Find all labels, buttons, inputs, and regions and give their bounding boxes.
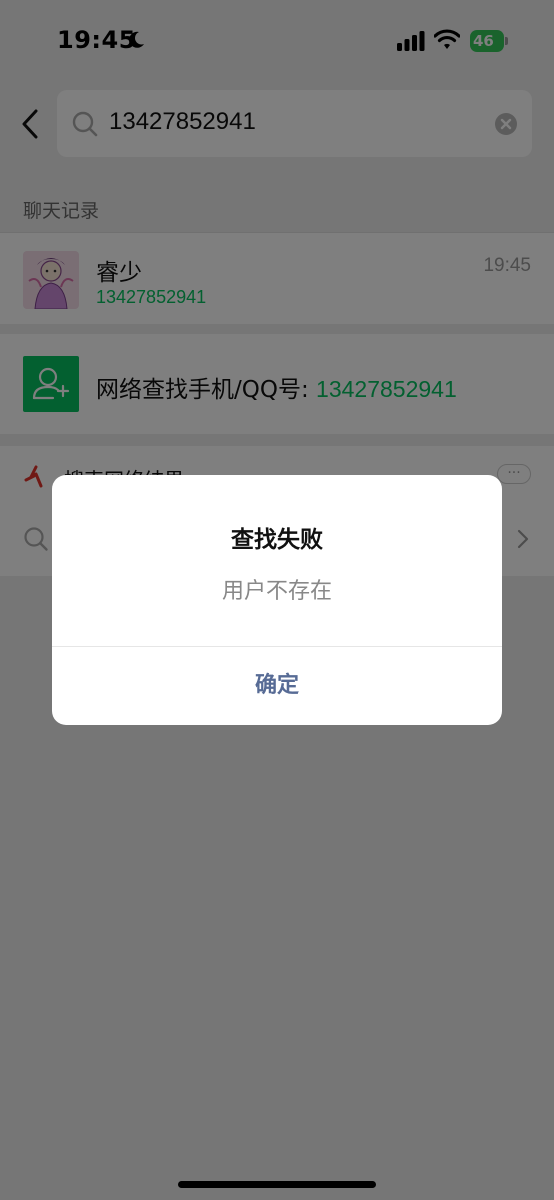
dialog-message: 用户不存在 — [221, 579, 332, 604]
dialog-title: 查找失败 — [231, 527, 323, 553]
alert-dialog: 查找失败 用户不存在 确定 — [52, 475, 502, 725]
home-indicator[interactable] — [178, 1181, 376, 1188]
confirm-button[interactable]: 确定 — [52, 647, 502, 725]
